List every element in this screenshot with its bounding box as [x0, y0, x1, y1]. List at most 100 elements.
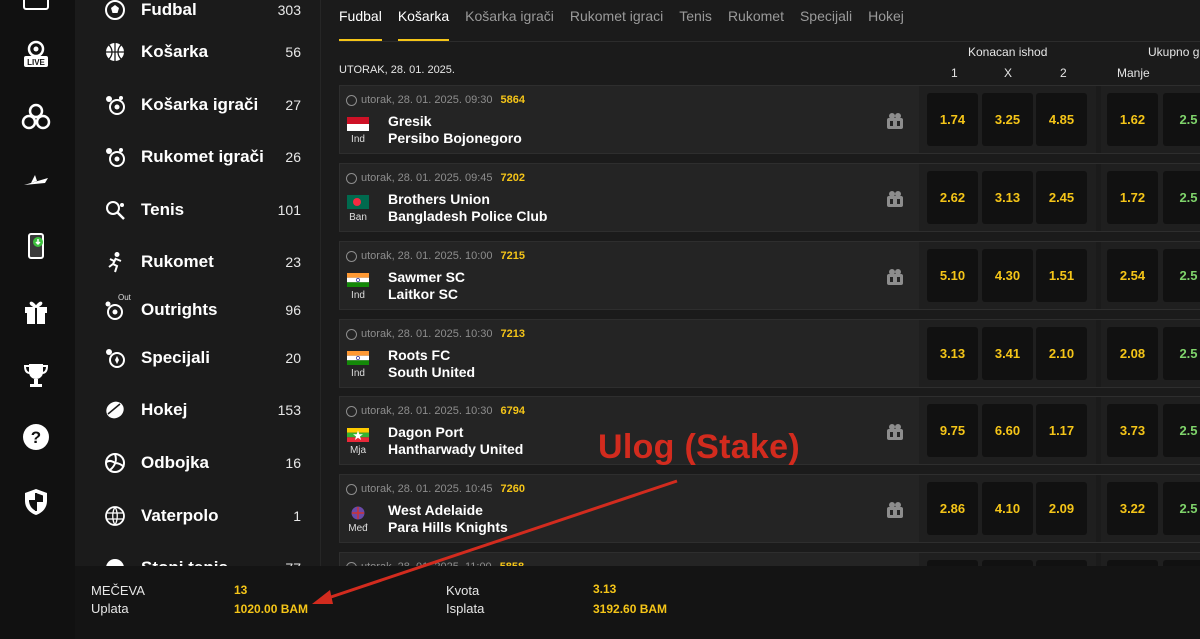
header-konacan-ishod: Konacan ishod — [968, 45, 1048, 59]
odd-1[interactable]: 2.86 — [927, 482, 978, 535]
tab-specijali[interactable]: Specijali — [800, 0, 852, 42]
statistics-icon[interactable] — [886, 423, 904, 441]
sport-item-vaterpolo[interactable]: Vaterpolo 1 — [75, 496, 320, 536]
odd-2[interactable]: 2.45 — [1036, 171, 1087, 224]
sport-item-rukomet[interactable]: Rukomet 23 — [75, 242, 320, 282]
country-code: Ind — [351, 368, 365, 379]
odd-vise[interactable]: 2.5 — [1163, 482, 1200, 535]
sport-item-košarka[interactable]: Košarka 56 — [75, 32, 320, 72]
odd-1[interactable]: 3.13 — [927, 327, 978, 380]
sport-item-rukomet-igrači[interactable]: Rukomet igrači 26 — [75, 137, 320, 177]
country-code: Ban — [349, 212, 367, 223]
statistics-icon[interactable] — [886, 190, 904, 208]
odd-x[interactable]: 3.41 — [982, 327, 1033, 380]
home-team: West Adelaide — [388, 502, 483, 518]
match-row[interactable]: utorak, 28. 01. 2025. 09:45 7202 Ban Brothe… — [339, 163, 1200, 232]
odds-area — [919, 553, 1200, 566]
sport-item-košarka-igrači[interactable]: Košarka igrači 27 — [75, 85, 320, 125]
odds-area: 5.10 4.30 1.51 2.54 2.5 — [919, 242, 1200, 309]
tab-hokej[interactable]: Hokej — [868, 0, 904, 42]
header-col-manje: Manje — [1117, 66, 1150, 80]
odd-1[interactable]: 5.10 — [927, 249, 978, 302]
odd-vise[interactable]: 2.5 — [1163, 249, 1200, 302]
aviator-plane-icon[interactable] — [20, 164, 52, 196]
trophy-icon[interactable] — [20, 359, 52, 391]
sport-item-outrights[interactable]: Out Outrights 96 — [75, 290, 320, 330]
odd-vise[interactable]: 2.5 — [1163, 327, 1200, 380]
sport-item-hokej[interactable]: Hokej 153 — [75, 390, 320, 430]
country-code: Mja — [349, 445, 367, 456]
odd-2[interactable]: 4.85 — [1036, 93, 1087, 146]
country-code: Ind — [351, 134, 365, 145]
annotation-label: Ulog (Stake) — [598, 428, 800, 466]
statistics-icon[interactable] — [886, 112, 904, 130]
match-code: 5864 — [500, 94, 525, 106]
match-row[interactable]: utorak, 28. 01. 2025. 11:005858 — [339, 552, 1200, 566]
odd-x[interactable]: 6.60 — [982, 404, 1033, 457]
header-col-2: 2 — [1060, 66, 1067, 80]
tab-rukomet[interactable]: Rukomet — [728, 0, 784, 42]
sport-item-odbojka[interactable]: Odbojka 16 — [75, 443, 320, 483]
soccer-ball-icon — [346, 328, 357, 340]
odd-manje[interactable]: 1.62 — [1107, 93, 1158, 146]
home-team: Dagon Port — [388, 424, 464, 440]
uplata-value[interactable]: 1020.00 BAM — [234, 602, 308, 616]
tab-tenis[interactable]: Tenis — [679, 0, 712, 42]
odd-x[interactable]: 4.30 — [982, 249, 1033, 302]
odd-manje[interactable]: 3.22 — [1107, 482, 1158, 535]
odd-manje[interactable]: 1.72 — [1107, 171, 1158, 224]
gift-icon[interactable] — [20, 295, 52, 327]
odd-2[interactable]: 2.09 — [1036, 482, 1087, 535]
odd-x[interactable]: 3.25 — [982, 93, 1033, 146]
odd-vise[interactable]: 2.5 — [1163, 93, 1200, 146]
soccer-ball-icon — [346, 94, 357, 106]
odd-1[interactable]: 9.75 — [927, 404, 978, 457]
statistics-icon[interactable] — [886, 268, 904, 286]
country-flag-icon — [351, 506, 365, 520]
sport-item-specijali[interactable]: Specijali 20 — [75, 338, 320, 378]
odd-manje[interactable]: 2.54 — [1107, 249, 1158, 302]
shield-icon[interactable] — [20, 486, 52, 518]
statistics-icon[interactable] — [886, 501, 904, 519]
tab-košarka[interactable]: Košarka — [397, 0, 450, 42]
mobile-app-icon[interactable] — [20, 230, 52, 262]
match-datetime: utorak, 28. 01. 2025. 10:45 — [361, 483, 493, 495]
sport-count: 20 — [285, 350, 301, 366]
match-row[interactable]: utorak, 28. 01. 2025. 10:00 7215 Ind Sawmer… — [339, 241, 1200, 310]
tab-košarka-igrači[interactable]: Košarka igrači — [465, 0, 554, 42]
tab-fudbal[interactable]: Fudbal — [339, 0, 382, 42]
odd-manje[interactable]: 3.73 — [1107, 404, 1158, 457]
app-root: LIVE ? Fudbal 303 Košarka 56 Košarka igrači 2… — [0, 0, 1200, 639]
casino-chips-icon[interactable] — [20, 101, 52, 133]
svg-text:?: ? — [31, 428, 41, 447]
sport-item-stoni-tenis[interactable]: Stoni tenis77 — [75, 548, 320, 566]
help-icon[interactable]: ? — [20, 421, 52, 453]
odd-1[interactable]: 1.74 — [927, 93, 978, 146]
sport-name: Rukomet — [141, 252, 214, 271]
sport-item-fudbal[interactable]: Fudbal 303 — [75, 0, 320, 30]
live-icon[interactable]: LIVE — [20, 38, 52, 70]
odd-2[interactable]: 1.17 — [1036, 404, 1087, 457]
tab-rukomet-igraci[interactable]: Rukomet igraci — [570, 0, 663, 42]
match-datetime: utorak, 28. 01. 2025. 10:00 — [361, 250, 493, 262]
odd-2[interactable]: 1.51 — [1036, 249, 1087, 302]
odd-x[interactable]: 3.13 — [982, 171, 1033, 224]
odd-vise[interactable]: 2.5 — [1163, 171, 1200, 224]
sport-count: 16 — [285, 455, 301, 471]
odd-manje[interactable]: 2.08 — [1107, 327, 1158, 380]
sport-name: Rukomet igrači — [141, 147, 264, 166]
odd-2[interactable]: 2.10 — [1036, 327, 1087, 380]
sport-item-tenis[interactable]: Tenis 101 — [75, 190, 320, 230]
odd-x[interactable]: 4.10 — [982, 482, 1033, 535]
match-row[interactable]: utorak, 28. 01. 2025. 09:30 5864 Ind Gresik… — [339, 85, 1200, 154]
player-props-icon — [103, 93, 127, 117]
sport-tabs: Fudbal Košarka Košarka igrači Rukomet igrac… — [339, 0, 920, 42]
soccer-ball-icon — [103, 0, 127, 22]
match-row[interactable]: utorak, 28. 01. 2025. 10:45 7260 Međ West A… — [339, 474, 1200, 543]
home-team: Brothers Union — [388, 191, 490, 207]
live-top-icon[interactable] — [20, 0, 52, 18]
odd-vise[interactable]: 2.5 — [1163, 404, 1200, 457]
match-meta: utorak, 28. 01. 2025. 10:00 7215 — [346, 250, 525, 262]
odd-1[interactable]: 2.62 — [927, 171, 978, 224]
match-row[interactable]: utorak, 28. 01. 2025. 10:30 7213 Ind Roots … — [339, 319, 1200, 388]
